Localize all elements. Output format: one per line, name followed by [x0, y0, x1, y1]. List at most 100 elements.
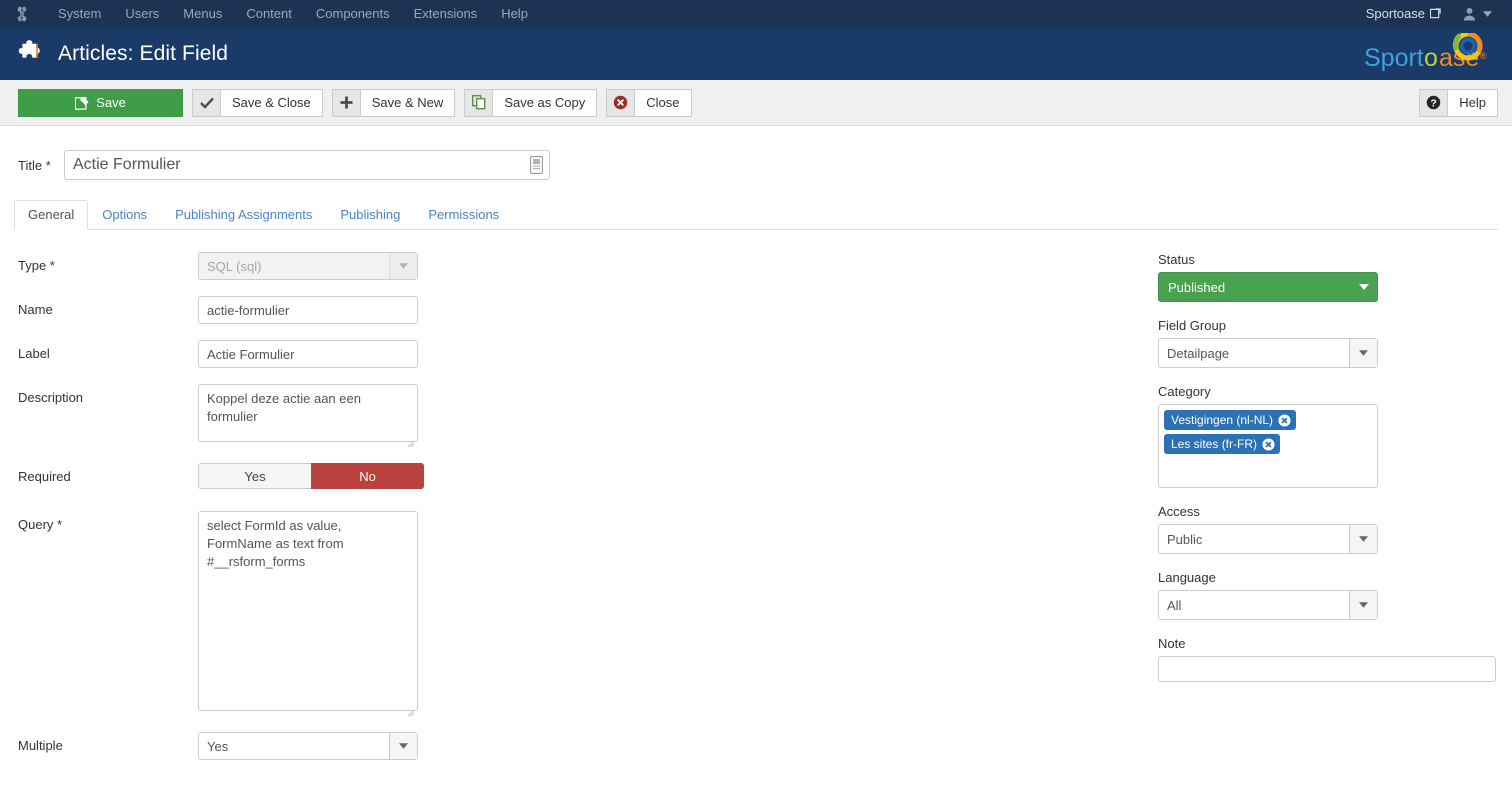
type-field-row: Type * SQL (sql) — [18, 252, 1150, 280]
admin-bar: System Users Menus Content Components Ex… — [0, 0, 1512, 27]
admin-menu-item-system[interactable]: System — [46, 2, 113, 25]
type-select-wrapper: SQL (sql) — [198, 252, 418, 280]
tab-permissions[interactable]: Permissions — [414, 200, 513, 230]
title-input[interactable] — [64, 150, 550, 180]
status-label: Status — [1158, 252, 1195, 267]
tab-options[interactable]: Options — [88, 200, 161, 230]
label-input-wrapper — [198, 340, 418, 368]
form-body: Type * SQL (sql) Name Label — [0, 230, 1512, 776]
admin-menu-item-components[interactable]: Components — [304, 2, 402, 25]
site-name-label: Sportoase — [1365, 6, 1425, 21]
label-input[interactable] — [198, 340, 418, 368]
remove-tag-icon[interactable] — [1262, 437, 1275, 451]
access-block: Access Public — [1150, 504, 1512, 554]
caret-down-icon — [1351, 284, 1377, 290]
category-label: Category — [1158, 384, 1211, 399]
type-field-label: Type * — [18, 258, 55, 273]
required-option-yes[interactable]: Yes — [198, 463, 311, 489]
field-group-label: Field Group — [1158, 318, 1226, 333]
close-button[interactable]: Close — [606, 88, 692, 117]
language-control: All — [1158, 590, 1512, 620]
tag-label: Les sites (fr-FR) — [1171, 437, 1258, 451]
tag-vestigingen: Vestigingen (nl-NL) — [1164, 410, 1297, 430]
title-field-row: Title * — [0, 126, 1512, 180]
help-button-label: Help — [1459, 95, 1486, 110]
title-field-label: Title * — [18, 157, 51, 173]
status-select-value: Published — [1168, 279, 1226, 295]
language-select[interactable]: All — [1158, 590, 1378, 620]
tab-publishing[interactable]: Publishing — [326, 200, 414, 230]
tag-les-sites: Les sites (fr-FR) — [1164, 434, 1281, 454]
description-textarea[interactable]: Koppel deze actie aan een formulier — [198, 384, 418, 442]
article-id-icon[interactable] — [530, 156, 543, 174]
admin-menu-item-menus[interactable]: Menus — [171, 2, 234, 25]
remove-tag-icon[interactable] — [1278, 413, 1291, 427]
note-control — [1158, 656, 1512, 682]
category-control: Vestigingen (nl-NL) Les sites (fr-FR) — [1158, 404, 1512, 488]
joomla-logo-icon[interactable] — [12, 4, 32, 24]
admin-menu-item-content[interactable]: Content — [234, 2, 304, 25]
access-select[interactable]: Public — [1158, 524, 1378, 554]
save-and-new-button[interactable]: Save & New — [331, 88, 456, 117]
category-tag: Vestigingen (nl-NL) — [1164, 410, 1372, 434]
field-group-control: Detailpage — [1158, 338, 1512, 368]
help-button-group: ? Help — [1419, 88, 1498, 117]
multiple-field-row: Multiple Yes — [18, 732, 1150, 760]
required-toggle-wrapper: Yes No — [198, 463, 424, 489]
name-field-label: Name — [18, 302, 53, 317]
multiple-select-value: Yes — [207, 738, 229, 754]
multiple-field-label: Multiple — [18, 738, 63, 753]
save-and-close-button[interactable]: Save & Close — [192, 88, 323, 117]
required-toggle: Yes No — [198, 463, 424, 489]
required-field-row: Required Yes No — [18, 463, 1150, 489]
caret-down-icon — [1349, 591, 1377, 619]
admin-menu-item-help[interactable]: Help — [489, 2, 540, 25]
query-field-label: Query * — [18, 517, 63, 532]
save-button[interactable]: Save — [18, 88, 183, 117]
query-textarea-wrapper: select FormId as value, FormName as text… — [198, 511, 418, 717]
sportoase-logo-svg: Sport o ase ® — [1364, 32, 1487, 72]
svg-text:?: ? — [1431, 98, 1437, 109]
name-field-row: Name — [18, 296, 1150, 324]
tab-publishing-assignments[interactable]: Publishing Assignments — [161, 200, 326, 230]
external-link-icon — [1430, 8, 1441, 19]
access-select-value: Public — [1167, 531, 1203, 547]
check-icon — [193, 89, 221, 116]
save-as-copy-button[interactable]: Save as Copy — [464, 88, 598, 117]
language-label: Language — [1158, 570, 1216, 585]
multiple-select[interactable]: Yes — [198, 732, 418, 760]
save-as-copy-label: Save as Copy — [504, 95, 586, 110]
svg-text:Sport: Sport — [1364, 44, 1424, 72]
caret-down-icon — [1483, 10, 1492, 17]
required-option-no[interactable]: No — [311, 463, 424, 489]
required-field-label: Required — [18, 469, 71, 484]
note-input[interactable] — [1158, 656, 1496, 682]
field-group-select[interactable]: Detailpage — [1158, 338, 1378, 368]
caret-down-icon — [389, 733, 417, 759]
site-preview-link[interactable]: Sportoase — [1358, 2, 1449, 25]
question-circle-icon: ? — [1420, 89, 1449, 116]
form-right-column: Status Published Field Group Detailpage — [1150, 252, 1512, 776]
caret-down-icon — [1349, 525, 1377, 553]
save-button-group: Save — [18, 88, 183, 117]
note-block: Note — [1150, 636, 1512, 682]
query-textarea[interactable]: select FormId as value, FormName as text… — [198, 511, 418, 711]
name-input[interactable] — [198, 296, 418, 324]
category-tag-box[interactable]: Vestigingen (nl-NL) Les sites (fr-FR) — [1158, 404, 1378, 488]
help-button[interactable]: ? Help — [1419, 88, 1498, 117]
status-select[interactable]: Published — [1158, 272, 1378, 302]
save-button-label: Save — [96, 95, 126, 110]
admin-menu-item-extensions[interactable]: Extensions — [402, 2, 490, 25]
admin-menu-item-users[interactable]: Users — [113, 2, 171, 25]
caret-down-icon — [1349, 339, 1377, 367]
user-menu-button[interactable] — [1449, 3, 1502, 25]
save-close-button-group: Save & Close — [192, 88, 323, 117]
status-block: Status Published — [1150, 252, 1512, 302]
tab-general[interactable]: General — [14, 200, 89, 230]
puzzle-piece-icon — [18, 38, 44, 69]
save-new-button-group: Save & New — [331, 88, 456, 117]
close-button-label: Close — [646, 95, 680, 110]
category-block: Category Vestigingen (nl-NL) Les sites (… — [1150, 384, 1512, 488]
tag-label: Vestigingen (nl-NL) — [1171, 413, 1274, 427]
language-select-value: All — [1167, 597, 1182, 613]
